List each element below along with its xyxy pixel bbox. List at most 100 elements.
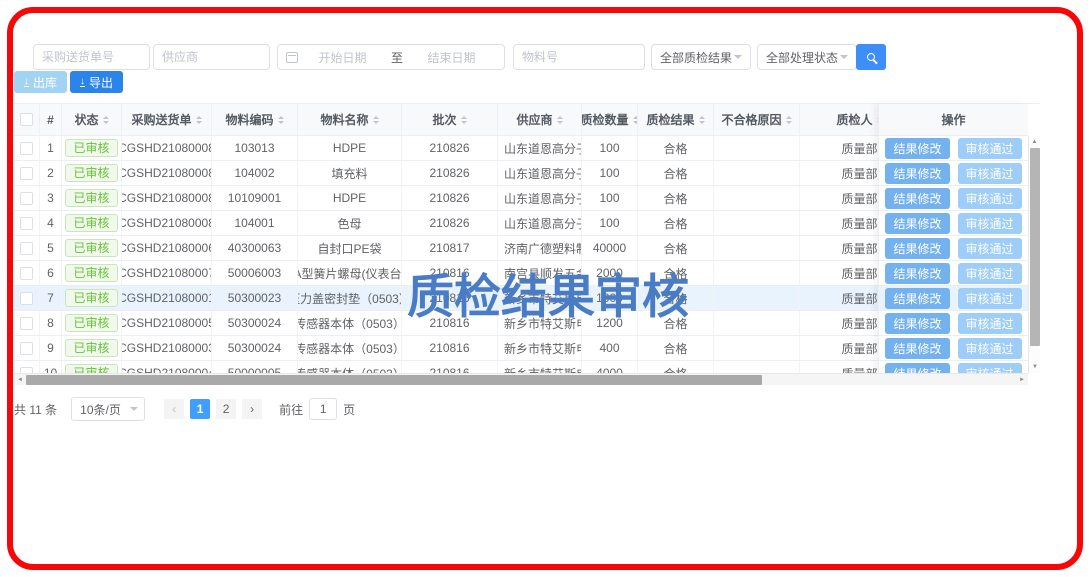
vertical-scrollbar[interactable]: ▲ ▼ (1028, 136, 1040, 373)
operation-row: 结果修改审核通过 (879, 211, 1028, 236)
material-no-input[interactable] (513, 44, 645, 70)
vertical-scroll-thumb[interactable] (1030, 148, 1040, 346)
sort-icon[interactable] (461, 113, 467, 127)
next-page-button[interactable]: › (242, 399, 262, 419)
cell-code: 50300024 (212, 311, 298, 335)
sort-asc-icon[interactable] (699, 113, 705, 119)
approve-button[interactable]: 审核通过 (958, 138, 1022, 159)
sort-desc-icon[interactable] (103, 121, 109, 127)
sort-desc-icon[interactable] (557, 121, 563, 127)
table-row[interactable]: 2已审核CGSHD21080008104002填充料210826山东道恩高分子.… (14, 161, 920, 186)
sort-asc-icon[interactable] (557, 113, 563, 119)
result-filter-select[interactable]: 全部质检结果 (651, 44, 751, 70)
table-row[interactable]: 4已审核CGSHD21080008104001色母210826山东道恩高分子..… (14, 211, 920, 236)
sort-icon[interactable] (196, 113, 202, 127)
date-range-picker[interactable]: 开始日期 至 结束日期 (277, 44, 505, 70)
select-all-checkbox[interactable] (20, 113, 33, 126)
result-modify-button[interactable]: 结果修改 (885, 338, 949, 359)
scroll-up-icon[interactable]: ▲ (1029, 136, 1040, 148)
goto-page-input[interactable] (309, 398, 337, 420)
header-cell-supplier: 供应商 (498, 104, 582, 135)
delivery-no-input[interactable] (33, 44, 150, 70)
table-row[interactable]: 1已审核CGSHD21080008103013HDPE210826山东道恩高分子… (14, 136, 920, 161)
row-checkbox[interactable] (20, 267, 33, 280)
sort-icon[interactable] (103, 113, 109, 127)
result-modify-button[interactable]: 结果修改 (885, 313, 949, 334)
sort-desc-icon[interactable] (786, 121, 792, 127)
page-size-select[interactable]: 10条/页 (71, 397, 145, 421)
sort-asc-icon[interactable] (103, 113, 109, 119)
page-button-2[interactable]: 2 (216, 399, 236, 419)
header-label: 状态 (74, 111, 98, 128)
sort-icon[interactable] (699, 113, 705, 127)
result-modify-button[interactable]: 结果修改 (885, 238, 949, 259)
cell-qty: 100 (582, 161, 638, 185)
approve-button[interactable]: 审核通过 (958, 163, 1022, 184)
outbound-button[interactable]: ↓ 出库 (14, 71, 67, 93)
cell-code: 104002 (212, 161, 298, 185)
search-button[interactable] (856, 44, 886, 70)
sort-desc-icon[interactable] (373, 121, 379, 127)
prev-page-button[interactable]: ‹ (164, 399, 184, 419)
row-checkbox[interactable] (20, 167, 33, 180)
row-checkbox[interactable] (20, 192, 33, 205)
result-modify-button[interactable]: 结果修改 (885, 188, 949, 209)
sort-desc-icon[interactable] (196, 121, 202, 127)
sort-icon[interactable] (373, 113, 379, 127)
status-badge: 已审核 (65, 139, 117, 157)
approve-button[interactable]: 审核通过 (958, 288, 1022, 309)
date-end-placeholder[interactable]: 结束日期 (407, 49, 496, 66)
row-checkbox[interactable] (20, 292, 33, 305)
sort-desc-icon[interactable] (461, 121, 467, 127)
table-row[interactable]: 10已审核CGSHD2108000450000005传感器本体（0503）210… (14, 361, 920, 373)
table-row[interactable]: 9已审核CGSHD2108000350300024传感器本体（0503）2108… (14, 336, 920, 361)
row-checkbox[interactable] (20, 317, 33, 330)
status-filter-select[interactable]: 全部处理状态 (757, 44, 857, 70)
sort-desc-icon[interactable] (278, 121, 284, 127)
sort-icon[interactable] (557, 113, 563, 127)
approve-button[interactable]: 审核通过 (958, 338, 1022, 359)
horizontal-scrollbar[interactable]: ◄ ► (14, 373, 1028, 385)
row-checkbox[interactable] (20, 217, 33, 230)
cell-result: 合格 (638, 161, 714, 185)
date-start-placeholder[interactable]: 开始日期 (298, 49, 387, 66)
horizontal-scroll-thumb[interactable] (26, 375, 762, 385)
sort-asc-icon[interactable] (786, 113, 792, 119)
supplier-input[interactable] (153, 44, 270, 70)
approve-button[interactable]: 审核通过 (958, 313, 1022, 334)
sort-icon[interactable] (786, 113, 792, 127)
result-modify-button[interactable]: 结果修改 (885, 288, 949, 309)
status-badge: 已审核 (65, 339, 117, 357)
sort-asc-icon[interactable] (373, 113, 379, 119)
header-label: # (47, 113, 54, 127)
sort-asc-icon[interactable] (278, 113, 284, 119)
result-modify-button[interactable]: 结果修改 (885, 163, 949, 184)
sort-desc-icon[interactable] (699, 121, 705, 127)
table-row[interactable]: 3已审核CGSHD2108000810109001HDPE210826山东道恩高… (14, 186, 920, 211)
result-modify-button[interactable]: 结果修改 (885, 263, 949, 284)
approve-button[interactable]: 审核通过 (958, 263, 1022, 284)
sort-icon[interactable] (278, 113, 284, 127)
result-modify-button[interactable]: 结果修改 (885, 363, 949, 374)
approve-button[interactable]: 审核通过 (958, 363, 1022, 374)
table-body: 1已审核CGSHD21080008103013HDPE210826山东道恩高分子… (14, 136, 920, 373)
approve-button[interactable]: 审核通过 (958, 213, 1022, 234)
page-button-1[interactable]: 1 (190, 399, 210, 419)
scroll-left-icon[interactable]: ◄ (14, 374, 26, 386)
row-checkbox[interactable] (20, 242, 33, 255)
header-cell-batch: 批次 (402, 104, 498, 135)
scroll-right-icon[interactable]: ► (1016, 374, 1028, 386)
result-modify-button[interactable]: 结果修改 (885, 213, 949, 234)
export-button[interactable]: ↓ 导出 (70, 71, 123, 93)
result-modify-button[interactable]: 结果修改 (885, 138, 949, 159)
approve-button[interactable]: 审核通过 (958, 188, 1022, 209)
sort-asc-icon[interactable] (196, 113, 202, 119)
row-checkbox[interactable] (20, 142, 33, 155)
sort-asc-icon[interactable] (461, 113, 467, 119)
approve-button[interactable]: 审核通过 (958, 238, 1022, 259)
operation-column-header: 操作 (879, 104, 1028, 136)
row-checkbox[interactable] (20, 342, 33, 355)
cell-status: 已审核 (62, 136, 122, 160)
cell-order: CGSHD21080008 (122, 211, 212, 235)
scroll-down-icon[interactable]: ▼ (1029, 361, 1041, 373)
